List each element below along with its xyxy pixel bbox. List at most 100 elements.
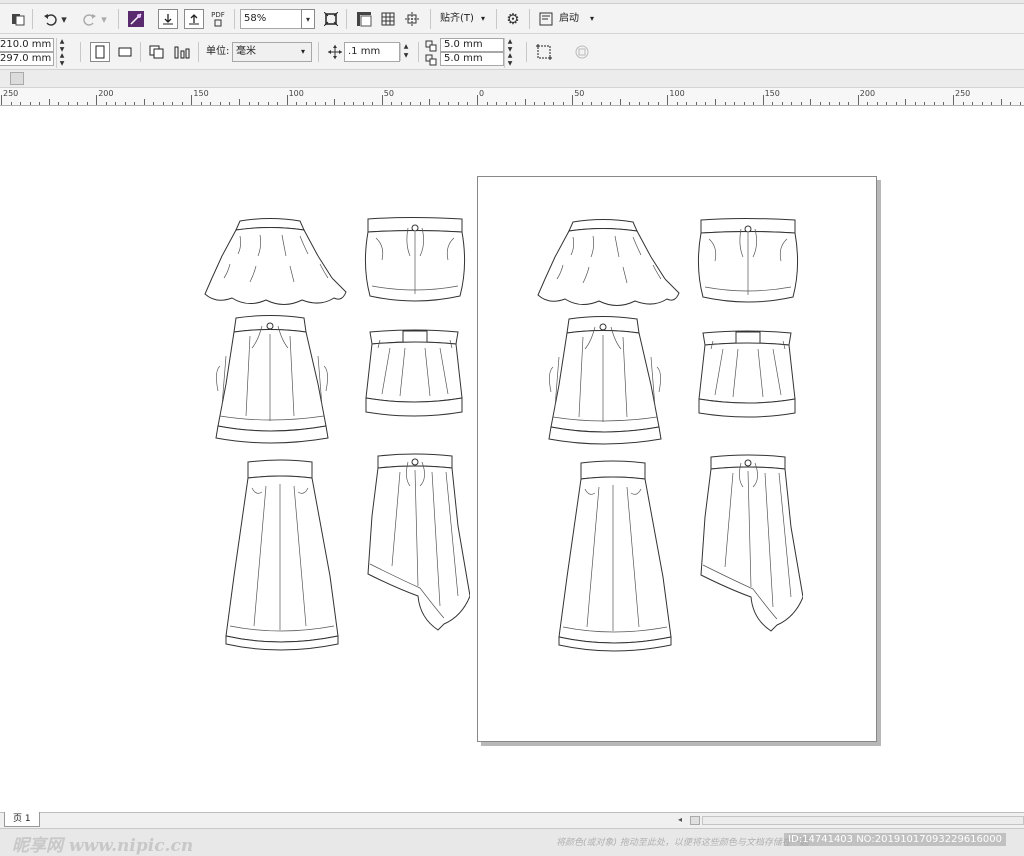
full-screen-icon[interactable] [321, 9, 341, 29]
ruler-label: 200 [859, 89, 876, 98]
redo-dropdown-icon[interactable]: ▾ [98, 9, 110, 29]
nudge-stepper[interactable]: ▲ ▼ [400, 43, 411, 61]
page-height-field[interactable]: 297.0 mm [0, 52, 54, 66]
nudge-distance-field[interactable]: .1 mm [344, 42, 400, 62]
horizontal-scrollbar-thumb[interactable] [690, 816, 700, 825]
ruler-minor-tick [115, 102, 117, 105]
pdf-export-icon[interactable]: PDF [208, 9, 228, 29]
long-a-line-skirt[interactable] [558, 460, 672, 652]
unit-dropdown-icon[interactable]: ▾ [301, 42, 305, 62]
ruler-major-tick [953, 95, 954, 105]
bubble-drawstring-skirt[interactable] [697, 218, 799, 303]
color-palette-hint: 将颜色(或对象) 拖动至此处，以便将这些颜色与文档存储在一起 [556, 838, 809, 848]
drawing-canvas[interactable] [0, 106, 1024, 812]
tiered-ruffle-skirt[interactable] [537, 219, 680, 306]
undo-icon[interactable] [40, 9, 60, 29]
ruler-minor-tick [1010, 102, 1012, 105]
separator [529, 9, 530, 29]
current-page-icon[interactable] [172, 42, 192, 62]
ruler-minor-tick [239, 99, 240, 105]
ruler-minor-tick [724, 102, 726, 105]
ruler-minor-tick [10, 102, 12, 105]
pleated-belted-skirt[interactable] [365, 329, 463, 417]
garment-group-onpage[interactable] [533, 217, 804, 657]
ruler-minor-tick [886, 102, 888, 105]
long-a-line-skirt[interactable] [225, 459, 339, 651]
export-icon[interactable] [184, 9, 204, 29]
redo-icon[interactable] [80, 9, 100, 29]
document-page[interactable] [477, 176, 877, 742]
corel-launcher-icon[interactable] [126, 9, 146, 29]
ruler-major-tick [1, 95, 2, 105]
show-grid-icon[interactable] [378, 9, 398, 29]
ruler-minor-tick [105, 102, 107, 105]
duplicate-y-field[interactable]: 5.0 mm [440, 52, 504, 66]
ruler-minor-tick [876, 102, 878, 105]
document-tab[interactable] [10, 72, 24, 85]
treat-as-filled-icon[interactable] [534, 42, 554, 62]
garment-group-offpage[interactable] [200, 216, 471, 656]
ruler-label: 50 [383, 89, 394, 98]
undo-dropdown-icon[interactable]: ▾ [58, 9, 70, 29]
tiered-ruffle-skirt[interactable] [204, 218, 347, 305]
bubble-drawstring-skirt[interactable] [364, 217, 466, 302]
separator [430, 9, 431, 29]
launch-button[interactable]: 启动 [559, 9, 579, 29]
page-tabs-bar: 页 1 ◂ [0, 812, 1024, 828]
ruler-label: 250 [955, 89, 971, 98]
ruler-minor-tick [534, 102, 536, 105]
snap-dropdown-icon[interactable]: ▾ [481, 9, 485, 29]
page-width-field[interactable]: 210.0 mm [0, 38, 54, 52]
ruler-minor-tick [1000, 99, 1002, 105]
snap-to-button[interactable]: 贴齐(T) [440, 9, 474, 29]
horizontal-ruler[interactable]: 250 200 150 100 50 0 50 100 150 200 250 [0, 88, 1024, 106]
duplicate-y-stepper[interactable]: ▲ ▼ [504, 52, 515, 68]
duplicate-x-field[interactable]: 5.0 mm [440, 38, 504, 52]
zoom-level-field[interactable]: 58% [240, 9, 302, 29]
separator [496, 9, 497, 29]
ruler-major-tick [191, 95, 193, 105]
ruler-minor-tick [610, 102, 612, 105]
page-height-stepper[interactable]: ▲ ▼ [56, 52, 67, 68]
ruler-minor-tick [743, 102, 745, 105]
ruler-minor-tick [267, 102, 269, 105]
new-doc-icon[interactable] [8, 9, 28, 29]
duplicate-x-stepper[interactable]: ▲ ▼ [504, 38, 515, 54]
ruler-minor-tick [543, 102, 545, 105]
unit-label: 单位: [206, 46, 230, 57]
disabled-option-icon [572, 42, 592, 62]
unit-select[interactable]: 毫米 [232, 42, 312, 62]
pdf-label: PDF [211, 11, 225, 19]
launch-icon[interactable] [536, 9, 556, 29]
gathered-cargo-skirt[interactable] [215, 315, 329, 444]
ruler-minor-tick [933, 102, 935, 105]
portrait-icon[interactable] [90, 42, 110, 62]
horizontal-scrollbar-track[interactable] [702, 816, 1024, 825]
ruler-minor-tick [924, 102, 926, 105]
page-1-tab[interactable]: 页 1 [4, 812, 40, 827]
show-guidelines-icon[interactable] [402, 9, 422, 29]
all-pages-icon[interactable] [147, 42, 167, 62]
asymmetric-hem-skirt[interactable] [700, 454, 804, 632]
asymmetric-hem-skirt[interactable] [367, 453, 471, 631]
duplicate-x-icon [424, 39, 438, 53]
ruler-minor-tick [29, 102, 31, 105]
zoom-dropdown-icon[interactable]: ▾ [301, 9, 315, 29]
ruler-major-tick [667, 95, 669, 105]
ruler-minor-tick [819, 102, 821, 105]
ruler-minor-tick [638, 102, 640, 105]
gathered-cargo-skirt[interactable] [548, 316, 662, 445]
show-rulers-icon[interactable] [354, 9, 374, 29]
landscape-icon[interactable] [115, 42, 135, 62]
ruler-minor-tick [20, 102, 22, 105]
ruler-minor-tick [705, 102, 707, 105]
page-width-stepper[interactable]: ▲ ▼ [56, 38, 67, 54]
settings-icon[interactable]: ⚙ [503, 9, 523, 29]
import-icon[interactable] [158, 9, 178, 29]
launch-dropdown-icon[interactable]: ▾ [590, 9, 594, 29]
scroll-left-icon[interactable]: ◂ [678, 815, 682, 824]
duplicate-y-icon [424, 53, 438, 67]
separator [346, 9, 347, 29]
pleated-belted-skirt[interactable] [698, 330, 796, 418]
image-id-watermark: ID:14741403 NO:20191017093229616000 [784, 833, 1006, 846]
